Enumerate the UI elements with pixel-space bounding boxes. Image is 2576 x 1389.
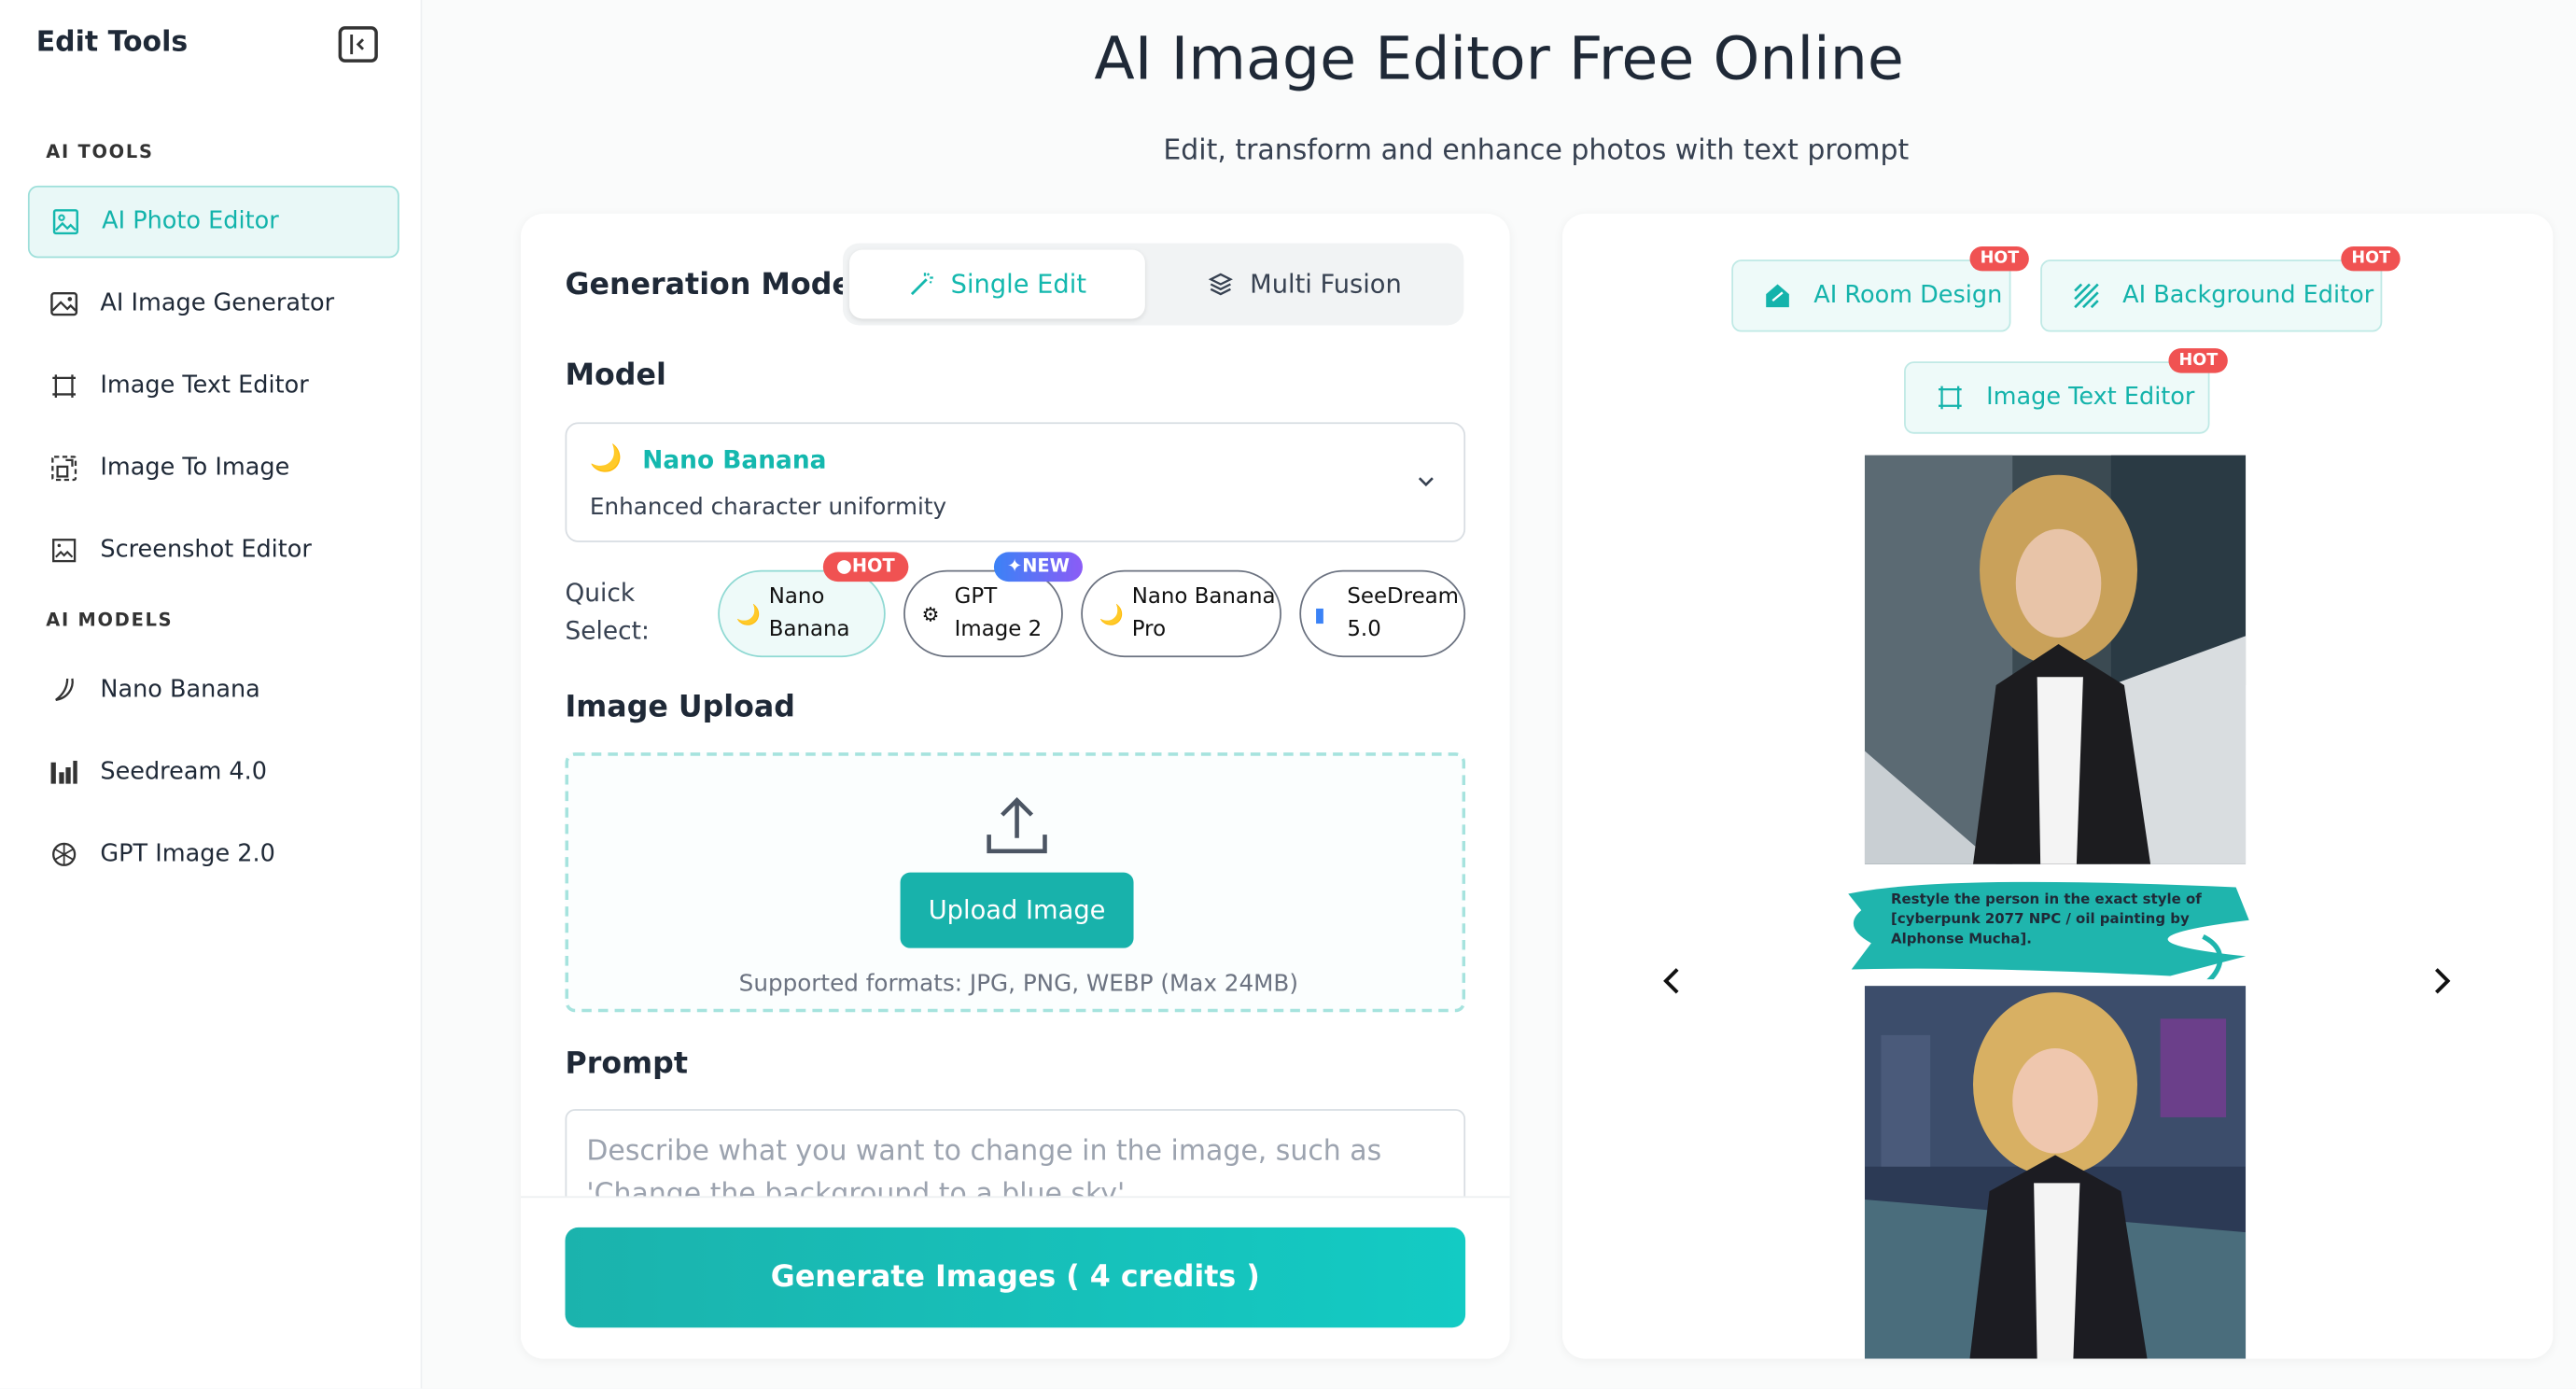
caption-brush: Restyle the person in the exact style of… [1841, 871, 2252, 980]
quick-select-seedream[interactable]: ▮ SeeDream 5.0 [1299, 569, 1466, 658]
chip-line1: SeeDream [1347, 583, 1459, 610]
chip-line2: Image 2 [954, 616, 1043, 642]
hot-badge: HOT [2168, 348, 2228, 373]
quick-select-label-line2: Select: [565, 616, 650, 646]
after-photo [1864, 986, 2247, 1359]
chip-line2: Banana [768, 616, 850, 642]
model-description: Enhanced character uniformity [589, 494, 947, 521]
badge-text: NEW [1022, 554, 1071, 577]
ai-room-design-link[interactable]: AI Room Design HOT [1731, 246, 2029, 332]
chip-line1: GPT [954, 583, 998, 610]
upload-dropzone[interactable]: Upload Image Supported formats: JPG, PNG… [565, 752, 1466, 1013]
hot-badge: HOT [1970, 246, 2029, 272]
page-title: AI Image Editor Free Online [1094, 26, 1904, 94]
generate-footer: Generate Images ( 4 credits ) [520, 1196, 1510, 1359]
quick-select-label-line1: Quick [565, 578, 636, 609]
supported-formats-note: Supported formats: JPG, PNG, WEBP (Max 2… [738, 971, 1298, 998]
prompt-label: Prompt [565, 1046, 688, 1082]
sidebar-item-screenshot-editor[interactable]: Screenshot Editor [28, 514, 399, 586]
quick-select-label: Quick Select: [566, 575, 650, 651]
quick-select-nano-banana-pro[interactable]: 🌙 Nano Banana Pro [1081, 569, 1281, 658]
sidebar-item-label: AI Image Generator [100, 290, 335, 317]
sidebar-item-label: GPT Image 2.0 [100, 841, 275, 868]
generation-mode-label: Generation Mode [565, 267, 852, 302]
model-label: Model [565, 358, 666, 393]
model-name: Nano Banana [642, 445, 827, 475]
bar-chart-icon [48, 756, 80, 789]
new-badge: ✦ NEW [993, 552, 1084, 582]
image-transform-icon [48, 452, 80, 484]
image-upload-label: Image Upload [565, 690, 795, 725]
sidebar-item-label: AI Photo Editor [102, 208, 279, 235]
sidebar-item-label: Screenshot Editor [100, 537, 312, 564]
sidebar-item-seedream[interactable]: Seedream 4.0 [28, 737, 399, 808]
page-subtitle: Edit, transform and enhance photos with … [1163, 134, 1910, 168]
screenshot-icon [48, 534, 80, 567]
openai-icon [48, 838, 80, 871]
house-icon [1766, 284, 1789, 308]
collapse-sidebar-button[interactable] [338, 26, 378, 63]
landscape-icon [48, 288, 80, 320]
chip-line1: Nano [768, 583, 825, 610]
tool-chip-label: Image Text Editor [1986, 384, 2195, 412]
image-icon [49, 205, 82, 238]
cyberpunk-portrait-illustration [1864, 986, 2247, 1359]
chip-line2: Pro [1131, 616, 1167, 642]
sidebar-item-image-to-image[interactable]: Image To Image [28, 432, 399, 504]
sidebar-item-ai-image-generator[interactable]: AI Image Generator [28, 268, 399, 340]
openai-icon: ⚙ [921, 602, 940, 625]
sidebar-item-label: Seedream 4.0 [100, 759, 268, 786]
showcase-panel: AI Room Design HOT AI Background Editor … [1561, 213, 2554, 1359]
generation-mode-switch: Single Edit Multi Fusion [842, 243, 1464, 326]
multi-fusion-tab[interactable]: Multi Fusion [1152, 250, 1457, 319]
sidebar-item-label: Image To Image [100, 455, 290, 482]
sidebar-item-ai-photo-editor[interactable]: AI Photo Editor [27, 185, 399, 259]
sidebar-item-label: Nano Banana [100, 677, 260, 704]
badge-text: HOT [851, 554, 895, 577]
sidebar-item-image-text-editor[interactable]: Image Text Editor [28, 350, 399, 422]
next-arrow-icon[interactable] [2425, 964, 2457, 997]
moon-icon: 🌙 [735, 602, 761, 625]
hot-badge: ● HOT [822, 552, 908, 582]
moon-icon: 🌙 [1099, 602, 1124, 625]
sidebar-item-label: Image Text Editor [100, 372, 309, 400]
portrait-illustration [1864, 455, 2247, 864]
before-photo [1864, 455, 2247, 864]
chevron-down-icon [1418, 477, 1434, 487]
magic-wand-icon [910, 273, 933, 296]
single-edit-label: Single Edit [950, 269, 1087, 300]
model-select[interactable]: 🌙 Nano Banana Enhanced character uniform… [565, 422, 1466, 542]
generate-images-button[interactable]: Generate Images ( 4 credits ) [565, 1227, 1466, 1328]
sidebar-title: Edit Tools [35, 26, 189, 60]
section-ai-models: AI MODELS [46, 610, 174, 631]
quick-select-nano-banana[interactable]: ● HOT 🌙 Nano Banana [718, 552, 908, 658]
bar-chart-icon: ▮ [1314, 602, 1325, 625]
sidebar: Edit Tools AI TOOLS AI Photo Editor AI I… [0, 0, 423, 1389]
sidebar-item-nano-banana[interactable]: Nano Banana [28, 654, 399, 726]
previous-arrow-icon[interactable] [1656, 964, 1688, 997]
layers-icon [1208, 273, 1233, 296]
tool-chip-label: AI Background Editor [2122, 282, 2374, 309]
section-ai-tools: AI TOOLS [46, 141, 154, 163]
text-frame-icon [48, 370, 80, 402]
upload-icon [987, 796, 1047, 854]
caption-text: Restyle the person in the exact style of… [1890, 891, 2202, 948]
quick-select-gpt-image-2[interactable]: ✦ NEW ⚙ GPT Image 2 [903, 552, 1084, 658]
pattern-icon [2074, 283, 2099, 309]
text-frame-icon [1939, 386, 1962, 410]
ai-background-editor-link[interactable]: AI Background Editor HOT [2040, 246, 2401, 332]
sidebar-item-gpt-image[interactable]: GPT Image 2.0 [28, 819, 399, 891]
single-edit-tab[interactable]: Single Edit [849, 249, 1145, 319]
moon-icon: 🌙 [589, 442, 623, 473]
chevron-left-icon [350, 34, 364, 55]
multi-fusion-label: Multi Fusion [1250, 269, 1402, 300]
chip-line2: 5.0 [1347, 616, 1381, 642]
upload-image-button[interactable]: Upload Image [900, 872, 1134, 948]
editor-form-panel: Generation Mode Single Edit Multi Fusion… [520, 213, 1510, 1359]
image-text-editor-link[interactable]: Image Text Editor HOT [1904, 348, 2228, 434]
hot-badge: HOT [2341, 246, 2401, 272]
banana-icon [48, 674, 80, 707]
chip-line1: Nano Banana [1131, 583, 1276, 610]
tool-chip-label: AI Room Design [1813, 282, 2003, 309]
